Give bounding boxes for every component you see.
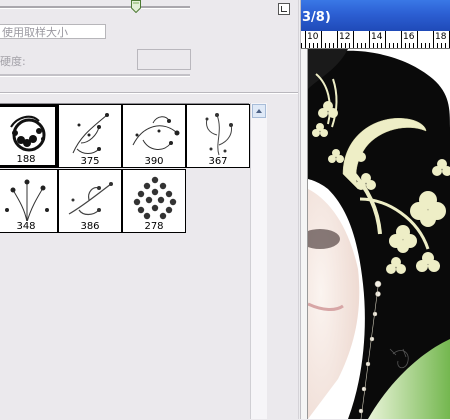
brush-size-label: 375: [59, 156, 121, 167]
brush-thumbnail: [72, 113, 109, 154]
brush-thumbnail: [68, 182, 113, 216]
ruler-label: 10: [307, 32, 319, 42]
ruler-label: 18: [435, 32, 447, 42]
image-canvas[interactable]: [308, 49, 450, 419]
vertical-ruler[interactable]: [301, 49, 308, 419]
ruler-label: 14: [371, 32, 383, 42]
brush-size-label: 386: [59, 221, 121, 232]
ruler-label: 16: [403, 32, 415, 42]
hardness-slider-track[interactable]: [0, 74, 190, 77]
brush-preset[interactable]: 348: [0, 169, 58, 233]
document-window: 3/8) 10 12 14 16 18: [301, 0, 450, 419]
hardness-field[interactable]: [137, 49, 191, 70]
brush-preset[interactable]: 367: [186, 104, 250, 168]
hardness-label: 硬度:: [0, 55, 26, 68]
horizontal-ruler[interactable]: 10 12 14 16 18: [301, 31, 450, 49]
brush-list-scrollbar[interactable]: [250, 103, 267, 419]
document-title: 3/8): [302, 10, 331, 25]
brush-preset[interactable]: 390: [122, 104, 186, 168]
brush-thumbnail: [205, 113, 233, 156]
use-sample-size-button[interactable]: 使用取样大小: [0, 24, 106, 39]
brush-thumbnail: [10, 115, 46, 152]
scroll-up-button[interactable]: [252, 104, 266, 118]
brush-thumbnail: [132, 116, 180, 150]
brush-preset[interactable]: 188: [0, 104, 58, 168]
ruler-label: 12: [339, 32, 351, 42]
brush-thumbnail: [5, 179, 49, 223]
panel-divider: [0, 92, 298, 94]
panel-menu-button[interactable]: [278, 3, 290, 15]
brush-preset[interactable]: 375: [58, 104, 122, 168]
brush-size-label: 390: [123, 156, 185, 167]
brush-preset[interactable]: 386: [58, 169, 122, 233]
brush-size-label: 367: [187, 156, 249, 167]
brush-thumbnail: [133, 176, 177, 220]
diameter-slider-thumb[interactable]: [131, 0, 141, 13]
brush-panel: 使用取样大小 硬度: 188 375 390 367 348 386 278: [0, 0, 301, 420]
brush-preset-list: 188 375 390 367 348 386 278: [0, 103, 250, 420]
brush-size-label: 278: [123, 221, 185, 232]
document-titlebar[interactable]: 3/8): [301, 0, 450, 31]
brush-size-label: 348: [0, 221, 57, 232]
brush-preset[interactable]: 278: [122, 169, 186, 233]
diameter-slider-track[interactable]: [0, 6, 190, 9]
brush-size-label: 188: [0, 154, 55, 165]
